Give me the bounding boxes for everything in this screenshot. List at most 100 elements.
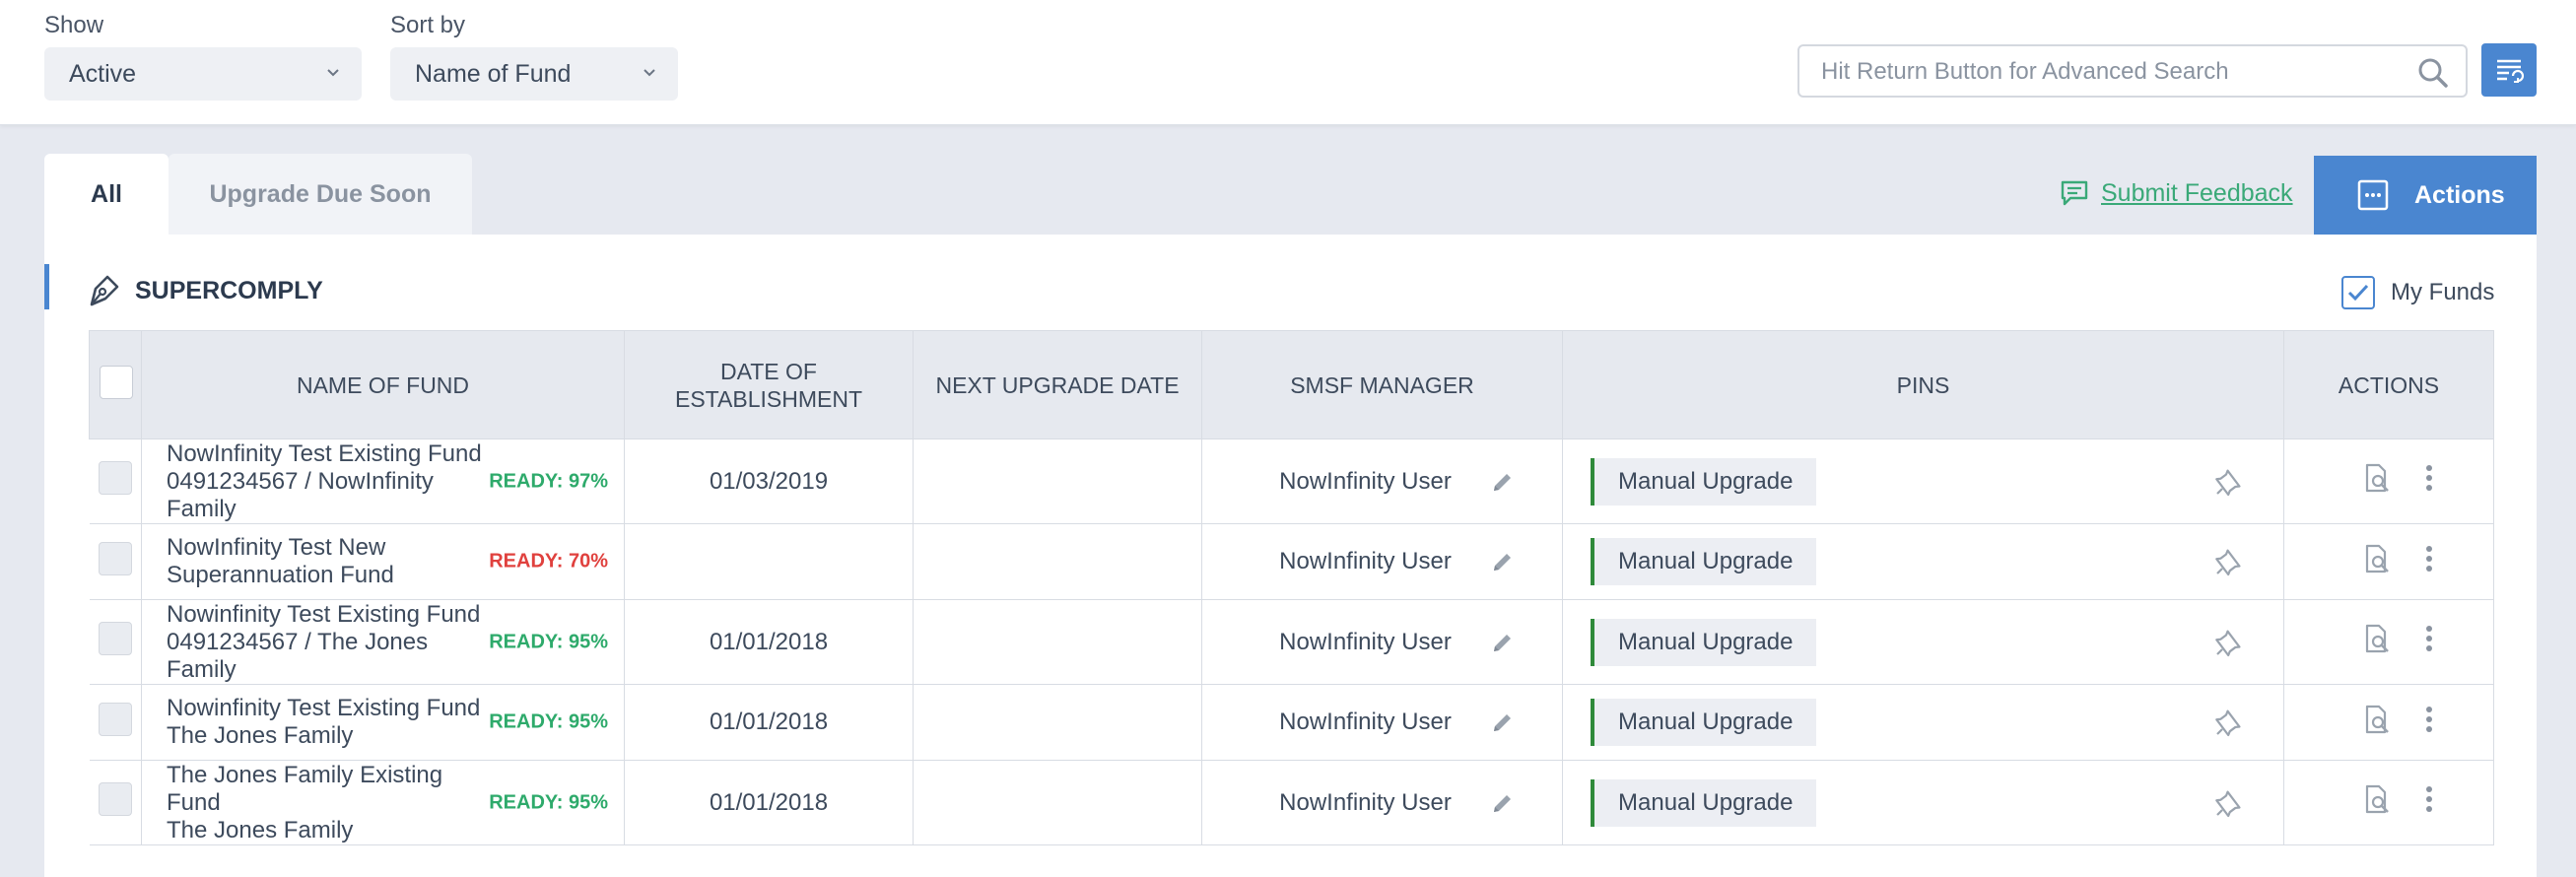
establishment-date: 01/01/2018 <box>624 684 914 761</box>
column-header-manager[interactable]: SMSF MANAGER <box>1201 330 1563 439</box>
pin-badge[interactable]: Manual Upgrade <box>1591 618 1817 666</box>
row-checkbox[interactable] <box>98 541 132 575</box>
column-header-actions: ACTIONS <box>2283 330 2494 439</box>
manager-cell: NowInfinity User <box>1201 760 1563 845</box>
actions-button[interactable]: Actions <box>2314 156 2537 235</box>
tab-all[interactable]: All <box>44 154 169 235</box>
view-document-icon[interactable] <box>2363 624 2391 653</box>
pin-icon[interactable] <box>2214 628 2244 657</box>
sort-value: Name of Fund <box>415 59 572 88</box>
next-upgrade-date <box>913 684 1202 761</box>
table-row[interactable]: Nowinfinity Test Existing Fund 0491234567… <box>89 599 2494 685</box>
fund-name-line: Family <box>167 655 237 683</box>
fund-name-cell[interactable]: NowInfinity Test New Superannuation Fund … <box>141 523 625 600</box>
manager-cell: NowInfinity User <box>1201 599 1563 685</box>
view-document-icon[interactable] <box>2363 705 2391 734</box>
more-vertical-icon[interactable] <box>2424 463 2434 493</box>
row-select-cell <box>89 523 142 600</box>
search-icon[interactable] <box>2416 56 2450 90</box>
my-funds-toggle[interactable]: My Funds <box>2341 276 2494 309</box>
actions-cell <box>2283 523 2494 600</box>
edit-pencil-icon[interactable] <box>1491 550 1515 573</box>
pin-badge[interactable]: Manual Upgrade <box>1591 699 1817 746</box>
pin-icon[interactable] <box>2214 788 2244 818</box>
list-settings-button[interactable] <box>2481 43 2537 97</box>
fund-name-line: Nowinfinity Test Existing Fund <box>167 600 481 628</box>
submit-feedback-link[interactable]: Submit Feedback <box>2060 173 2293 213</box>
pins-cell: Manual Upgrade <box>1562 684 2284 761</box>
more-vertical-icon[interactable] <box>2424 544 2434 573</box>
manager-name: NowInfinity User <box>1279 788 1452 816</box>
fund-name-cell[interactable]: Nowinfinity Test Existing Fund The Jones … <box>141 684 625 761</box>
feedback-icon <box>2061 180 2088 206</box>
fund-name-cell[interactable]: The Jones Family Existing Fund The Jones F… <box>141 760 625 845</box>
manager-cell: NowInfinity User <box>1201 684 1563 761</box>
fund-name-cell[interactable]: NowInfinity Test Existing Fund 0491234567… <box>141 438 625 524</box>
search-input[interactable] <box>1819 54 2405 90</box>
table-row[interactable]: Nowinfinity Test Existing Fund The Jones … <box>89 684 2494 761</box>
sort-dropdown[interactable]: Name of Fund <box>390 47 678 101</box>
view-document-icon[interactable] <box>2363 784 2391 814</box>
fund-name-line: Nowinfinity Test Existing Fund <box>167 695 481 721</box>
actions-cell <box>2283 684 2494 761</box>
actions-label: Actions <box>2414 180 2505 209</box>
row-checkbox[interactable] <box>98 782 132 816</box>
submit-feedback-label: Submit Feedback <box>2101 178 2293 207</box>
actions-cell <box>2283 599 2494 685</box>
tab-upgrade-due-soon[interactable]: Upgrade Due Soon <box>169 154 472 235</box>
sort-label: Sort by <box>390 12 466 38</box>
establishment-date: 01/01/2018 <box>624 599 914 685</box>
pin-badge[interactable]: Manual Upgrade <box>1591 538 1817 585</box>
pin-icon[interactable] <box>2214 708 2244 737</box>
manager-name: NowInfinity User <box>1279 548 1452 574</box>
column-header-name[interactable]: NAME OF FUND <box>141 330 625 439</box>
row-checkbox[interactable] <box>98 702 132 736</box>
table-row[interactable]: The Jones Family Existing Fund The Jones F… <box>89 760 2494 845</box>
pin-badge[interactable]: Manual Upgrade <box>1591 778 1817 827</box>
next-upgrade-date <box>913 599 1202 685</box>
column-header-date[interactable]: DATE OF ESTABLISHMENT <box>624 330 914 439</box>
row-checkbox[interactable] <box>98 461 132 495</box>
fund-name-cell[interactable]: Nowinfinity Test Existing Fund 0491234567… <box>141 599 625 685</box>
table-row[interactable]: NowInfinity Test New Superannuation Fund … <box>89 523 2494 600</box>
more-vertical-icon[interactable] <box>2424 624 2434 653</box>
fund-name-line: 0491234567 / The Jones <box>167 628 429 655</box>
fund-name-line: Fund <box>167 788 221 816</box>
manager-cell: NowInfinity User <box>1201 438 1563 524</box>
pin-icon[interactable] <box>2214 467 2244 497</box>
pin-icon[interactable] <box>2214 547 2244 576</box>
column-header-next-upgrade[interactable]: NEXT UPGRADE DATE <box>913 330 1202 439</box>
my-funds-checkbox[interactable] <box>2341 276 2375 309</box>
more-vertical-icon[interactable] <box>2424 784 2434 814</box>
chevron-down-icon <box>644 69 655 77</box>
manager-name: NowInfinity User <box>1279 467 1452 495</box>
show-dropdown[interactable]: Active <box>44 47 362 101</box>
next-upgrade-date <box>913 760 1202 845</box>
view-document-icon[interactable] <box>2363 544 2391 573</box>
chevron-down-icon <box>327 69 339 77</box>
establishment-date: 01/01/2018 <box>624 760 914 845</box>
edit-pencil-icon[interactable] <box>1491 631 1515 654</box>
pin-badge[interactable]: Manual Upgrade <box>1591 457 1817 506</box>
fund-name-line: The Jones Family <box>167 816 354 843</box>
edit-pencil-icon[interactable] <box>1491 710 1515 734</box>
row-checkbox[interactable] <box>98 622 132 655</box>
view-document-icon[interactable] <box>2363 463 2391 493</box>
column-header-pins: PINS <box>1562 330 2284 439</box>
list-settings-icon <box>2497 59 2524 83</box>
edit-pencil-icon[interactable] <box>1491 470 1515 494</box>
row-select-cell <box>89 599 142 685</box>
select-all-checkbox[interactable] <box>100 365 133 399</box>
actions-cell <box>2283 438 2494 524</box>
table-row[interactable]: NowInfinity Test Existing Fund 0491234567… <box>89 438 2494 524</box>
ready-status: READY: 95% <box>489 710 608 733</box>
manager-name: NowInfinity User <box>1279 628 1452 655</box>
more-vertical-icon[interactable] <box>2424 705 2434 734</box>
fund-name-line: Superannuation Fund <box>167 562 394 588</box>
ready-status: READY: 70% <box>489 550 608 573</box>
edit-pencil-icon[interactable] <box>1491 791 1515 815</box>
actions-cell <box>2283 760 2494 845</box>
checkmark-icon <box>2347 284 2369 302</box>
ready-status: READY: 95% <box>489 631 608 652</box>
row-select-cell <box>89 760 142 845</box>
